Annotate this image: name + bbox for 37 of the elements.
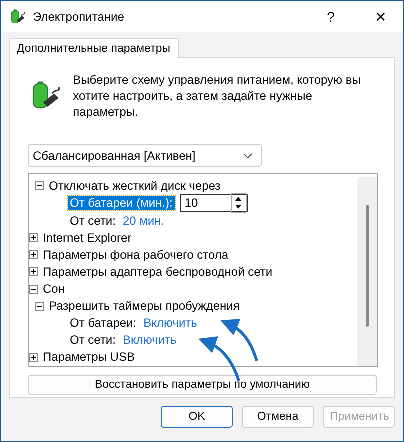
arrow-annotation (198, 337, 240, 382)
spin-arrows-icon[interactable] (230, 193, 247, 214)
setting-label[interactable]: От сети: (68, 333, 118, 348)
setting-value-link[interactable]: Включить (144, 316, 198, 330)
setting-value-link[interactable]: Включить (122, 333, 177, 348)
expand-icon[interactable] (29, 250, 38, 260)
expand-icon[interactable] (29, 352, 38, 362)
setting-label[interactable]: От батареи: (68, 316, 139, 330)
tree-item[interactable]: Параметры фона рабочего стола (43, 248, 229, 262)
chevron-down-icon (243, 152, 253, 158)
arrow-annotation (220, 320, 258, 362)
tree-item[interactable]: Internet Explorer (43, 230, 132, 245)
tab[interactable]: Дополнительные параметры (9, 38, 178, 58)
scrollbar[interactable] (357, 177, 377, 366)
tree-item[interactable]: Сон (43, 282, 65, 296)
tree-item[interactable]: Параметры USB (43, 350, 135, 364)
tree-item[interactable]: Отключать жесткий диск через (49, 178, 221, 193)
setting-label[interactable]: От батареи (мин.): (68, 196, 175, 210)
setting-label[interactable]: От сети: (68, 214, 118, 228)
dialog-button[interactable]: Отмена (242, 406, 314, 428)
tree-item[interactable]: Разрешить таймеры пробуждения (49, 299, 240, 314)
window-title: Электропитание (33, 10, 126, 24)
app-icon (9, 8, 27, 26)
plan-dropdown[interactable]: Сбалансированная [Активен] (28, 144, 262, 167)
intro-text: Выберите схему управления питанием, которую вы хотите настроить, а затем задайте нужные параметры. (73, 72, 362, 120)
restore-defaults-button[interactable]: Восстановить параметры по умолчанию (28, 375, 377, 395)
tree-item[interactable]: Параметры адаптера беспроводной сети (43, 264, 273, 279)
collapse-icon[interactable] (35, 302, 44, 311)
help-button[interactable]: ? (309, 1, 353, 32)
expand-icon[interactable] (29, 233, 38, 242)
spin-field[interactable]: 10 (180, 194, 248, 212)
collapse-icon[interactable] (35, 181, 44, 190)
close-button[interactable]: ✕ (359, 1, 403, 32)
setting-value-link[interactable]: 20 мин. (122, 214, 165, 228)
dialog-button[interactable]: OK (161, 406, 233, 428)
expand-icon[interactable] (29, 267, 38, 276)
collapse-icon[interactable] (29, 284, 38, 294)
